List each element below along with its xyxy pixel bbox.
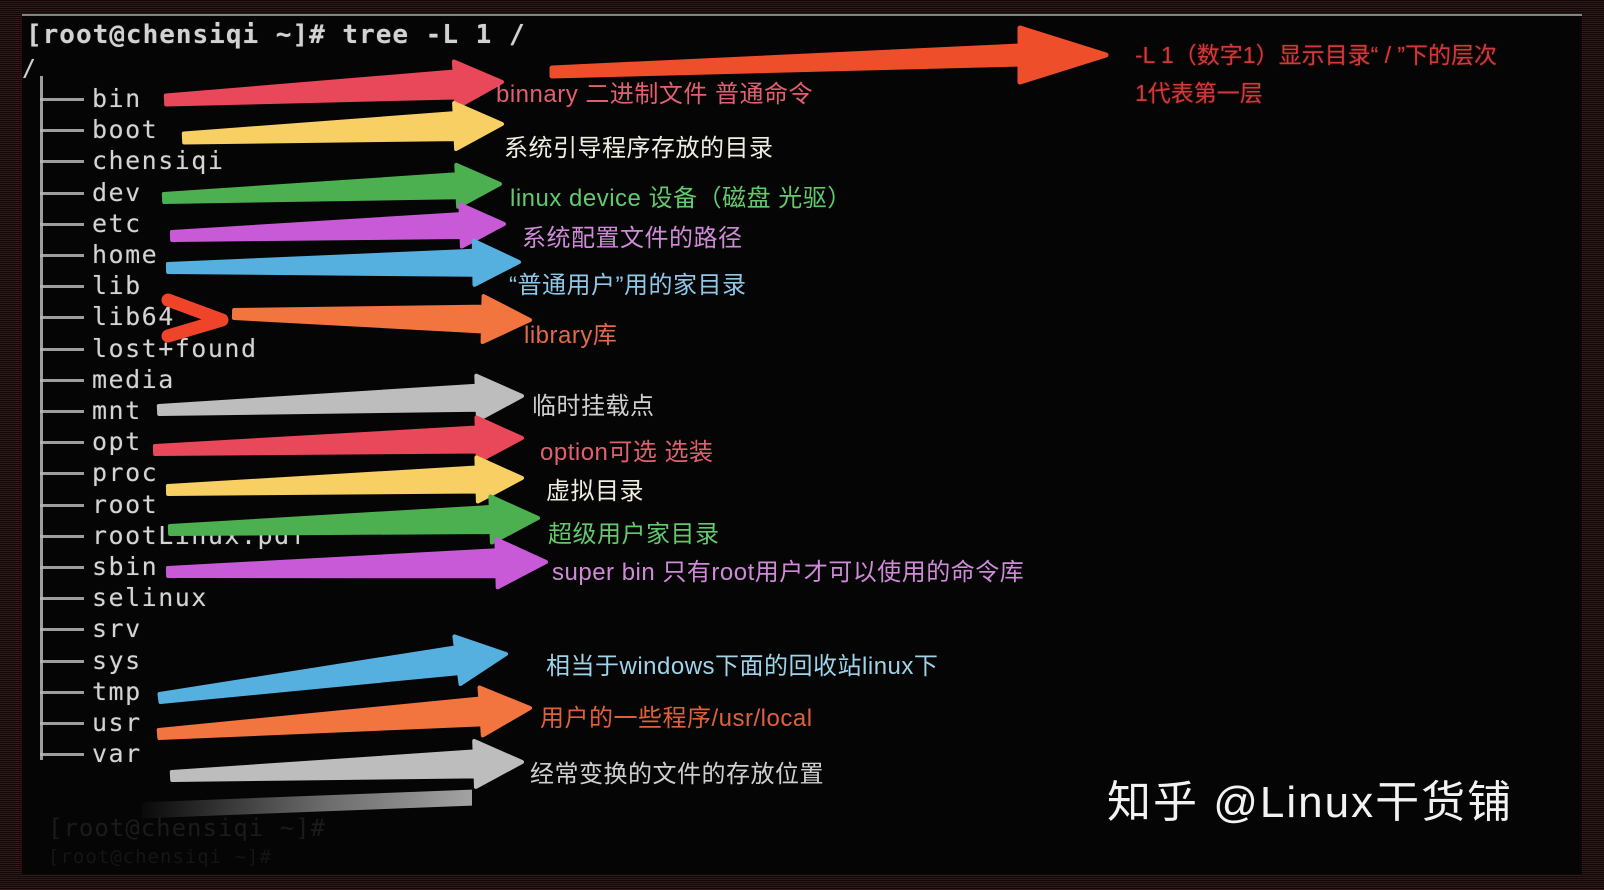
tree-branch-tick: [40, 753, 84, 757]
tree-entry-opt: opt: [92, 427, 142, 457]
tree-entry-home: home: [92, 240, 159, 269]
tree-entry-sbin: sbin: [92, 552, 159, 581]
tree-entry-proc: proc: [92, 458, 159, 488]
terminal-prompt-line: [root@chensiqi ~]# tree -L 1 /: [26, 20, 526, 50]
tree-branch-tick: [40, 566, 84, 569]
command-flag-hint: -L 1（数字1）显示目录“ / ”下的层次 1代表第一层: [1135, 42, 1498, 106]
tree-entry-lib: lib: [92, 271, 142, 301]
ghost-prompt-line-1: [root@chensiqi ~]#: [48, 814, 327, 842]
tree-branch-tick: [40, 254, 84, 257]
note-proc: 虚拟目录: [546, 478, 644, 505]
note-boot: 系统引导程序存放的目录: [504, 135, 774, 162]
tree-entry-srv: srv: [92, 614, 142, 644]
tree-branch-tick: [40, 472, 84, 476]
watermark: 知乎 @Linux干货铺: [1107, 778, 1514, 827]
tree-branch-tick: [40, 160, 84, 164]
tree-entry-var: var: [92, 739, 142, 769]
tree-branch-tick: [40, 503, 84, 507]
note-lib: library库: [524, 322, 618, 349]
tree-entry-chensiqi: chensiqi: [92, 146, 225, 176]
tree-branch-tick: [40, 597, 84, 601]
note-tmp: 相当于windows下面的回收站linux下: [546, 653, 939, 680]
ghost-prompt-line-2: [root@chensiqi ~]#: [48, 846, 272, 868]
tree-branch-tick: [40, 441, 84, 445]
tree-branch-tick: [40, 628, 84, 632]
note-mnt: 临时挂载点: [532, 393, 655, 420]
note-home: “普通用户”用的家目录: [509, 272, 747, 299]
note-bin: binnary 二进制文件 普通命令: [496, 81, 814, 108]
tree-branch-tick: [40, 285, 84, 289]
note-var: 经常变换的文件的存放位置: [530, 761, 824, 788]
tree-branch-tick: [40, 347, 84, 351]
tree-branch-tick: [40, 222, 84, 226]
note-dev: linux device 设备（磁盘 光驱）: [510, 185, 852, 212]
tree-entry-rootlinux-pdf: rootLinux.pdf: [92, 520, 308, 550]
tree-entry-etc: etc: [92, 208, 142, 238]
tree-entry-dev: dev: [92, 177, 142, 207]
tree-entry-media: media: [92, 364, 175, 394]
tree-entry-bin: bin: [92, 84, 142, 113]
tree-branch-tick: [40, 659, 84, 663]
top-rule-divider: [22, 14, 1582, 16]
directory-tree: bin boot chensiqi dev etc home lib lib64 lost+fo…: [22, 72, 322, 772]
note-usr: 用户的一些程序/usr/local: [540, 705, 813, 732]
tree-entry-usr: usr: [92, 708, 142, 737]
tree-entry-sys: sys: [92, 645, 142, 675]
tree-branch-tick: [40, 534, 84, 538]
tree-branch-tick: [40, 191, 84, 195]
note-root: 超级用户家目录: [548, 521, 720, 548]
note-opt: option可选 选装: [540, 439, 714, 466]
tree-entry-boot: boot: [92, 115, 159, 145]
tree-entry-lib64: lib64: [92, 302, 175, 332]
tree-branch-tick: [40, 722, 84, 725]
tree-entry-lost-found: lost+found: [92, 333, 258, 363]
tree-spine: [40, 76, 43, 760]
tree-entry-mnt: mnt: [92, 396, 142, 425]
tree-entry-root: root: [92, 489, 159, 519]
tree-branch-tick: [40, 129, 84, 133]
note-sbin: super bin 只有root用户才可以使用的命令库: [552, 559, 1025, 586]
tree-branch-tick: [40, 378, 84, 382]
note-etc: 系统配置文件的路径: [522, 225, 743, 252]
tree-entry-selinux: selinux: [92, 583, 208, 613]
tree-branch-tick: [40, 690, 84, 694]
terminal-screen: [root@chensiqi ~]# tree -L 1 / / bin boot…: [22, 14, 1582, 874]
tree-entry-tmp: tmp: [92, 676, 142, 706]
tree-branch-tick: [40, 98, 84, 101]
tree-branch-tick: [40, 410, 84, 413]
tree-branch-tick: [40, 316, 84, 320]
image-frame: [root@chensiqi ~]# tree -L 1 / / bin boot…: [0, 0, 1604, 890]
